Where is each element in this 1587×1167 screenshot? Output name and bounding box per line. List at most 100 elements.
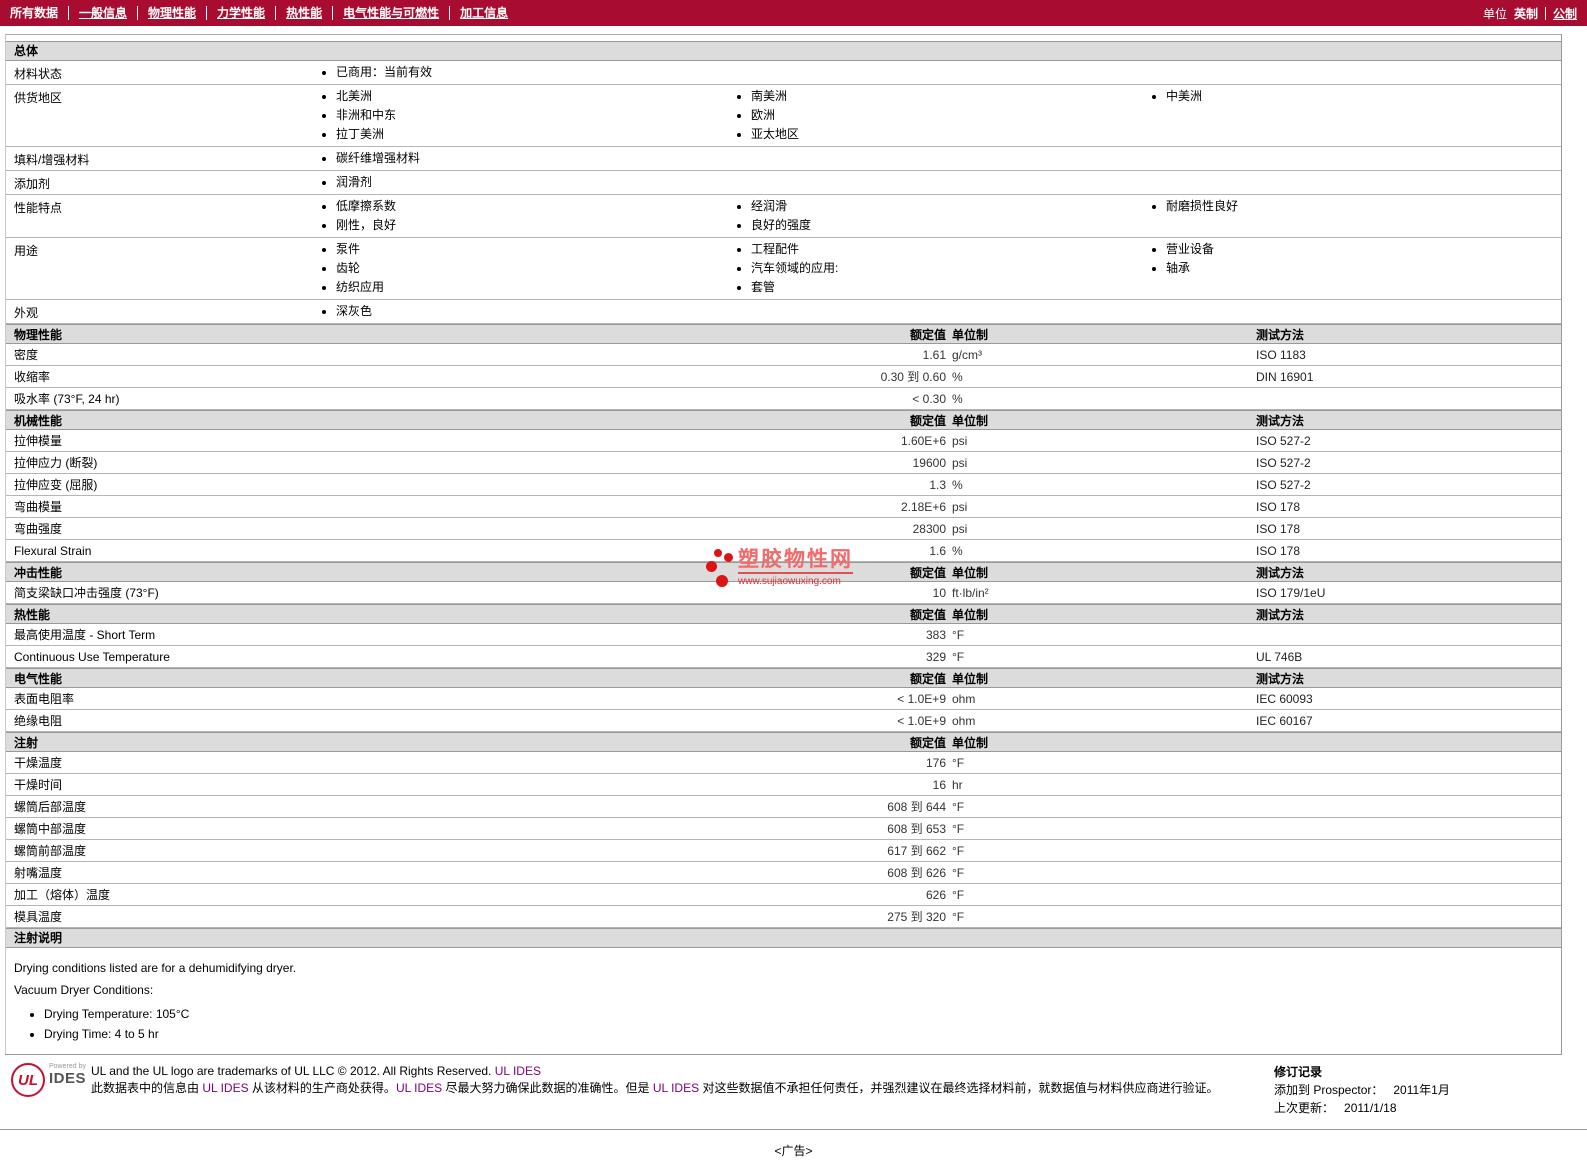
bullet-item: 润滑剂 [336,173,733,192]
property-value: 608 到 653 [887,822,946,836]
section-physical: 物理性能 额定值 单位制 测试方法 密度 1.61 g/cm³ ISO 1183… [6,324,1561,410]
property-row: 加工（熔体）温度 626 °F [6,884,1561,906]
test-method: ISO 1183 [1256,347,1306,362]
nav-tab[interactable]: 物理性能 [137,6,196,20]
property-value: < 1.0E+9 [897,691,946,706]
property-unit: psi [952,521,968,536]
section-electrical: 电气性能 额定值 单位制 测试方法 表面电阻率 < 1.0E+9 ohm IEC… [6,668,1561,732]
column-header-method: 测试方法 [1256,327,1305,342]
property-label: 拉伸应变 (屈服) [14,478,98,492]
property-value: 329 [925,649,946,664]
nav-tab[interactable]: 所有数据 [10,6,58,20]
revision-label: 上次更新： [1274,1101,1335,1115]
property-row: 弯曲模量 2.18E+6 psi ISO 178 [6,496,1561,518]
powered-by-label: Powered by [49,1063,86,1070]
column-header-value: 额定值 [909,327,946,342]
test-method: IEC 60093 [1256,691,1313,706]
revision-value: 2011年1月 [1393,1083,1450,1097]
property-label: 拉伸模量 [14,434,63,448]
unit-metric-link[interactable]: 公制 [1553,5,1577,22]
property-value: < 0.30 [912,391,946,406]
property-row: Flexural Strain 1.6 % ISO 178 [6,540,1561,562]
bullet-item: 深灰色 [336,302,733,321]
section-title: 冲击性能 [14,565,63,580]
ul-ides-link[interactable]: UL IDES [653,1081,699,1095]
nav-tab[interactable]: 一般信息 [68,6,127,20]
general-row: 性能特点 低摩擦系数刚性，良好 经润滑良好的强度 耐磨损性良好 [6,195,1561,238]
ul-ides-link[interactable]: UL IDES [202,1081,248,1095]
property-value: 1.60E+6 [900,433,946,448]
bullet-column-3 [1148,301,1561,322]
bullet-item: 经润滑 [751,197,1148,216]
bullet-column-1: 已商用：当前有效 [318,62,733,83]
test-method: ISO 179/1eU [1256,585,1326,600]
bullet-column-3 [1148,172,1561,193]
bullet-item: 碳纤维增强材料 [336,149,733,168]
ul-ides-link[interactable]: UL IDES [396,1081,442,1095]
revision-row: 添加到 Prospector： 2011年1月 [1274,1081,1562,1099]
ul-ides-link[interactable]: UL IDES [495,1064,541,1078]
section-general: 总体 材料状态 已商用：当前有效 供货地区 北美洲非洲和中东拉丁美洲 [6,41,1561,324]
property-unit: psi [952,499,968,514]
property-row: 弯曲强度 28300 psi ISO 178 [6,518,1561,540]
general-row: 外观 深灰色 [6,300,1561,324]
nav-tab[interactable]: 热性能 [275,6,322,20]
bullet-column-3: 营业设备轴承 [1148,239,1561,298]
property-unit: °F [952,843,965,858]
nav-tab[interactable]: 力学性能 [206,6,265,20]
section-mechanical-header: 机械性能 额定值 单位制 测试方法 [6,410,1561,430]
ul-logo-icon: UL [11,1063,45,1097]
property-label: 加工（熔体）温度 [14,888,111,902]
section-thermal-header: 热性能 额定值 单位制 测试方法 [6,604,1561,624]
nav-tab[interactable]: 加工信息 [449,6,508,20]
property-value: 1.3 [929,477,946,492]
property-label: 最高使用温度 - Short Term [14,628,156,642]
section-title: 总体 [14,44,39,58]
bullet-column-1: 北美洲非洲和中东拉丁美洲 [318,86,733,145]
property-row: 收缩率 0.30 到 0.60 % DIN 16901 [6,366,1561,388]
property-value: 1.6 [929,543,946,558]
test-method: DIN 16901 [1256,369,1314,384]
bullet-item: 欧洲 [751,106,1148,125]
revision-label: 添加到 Prospector： [1274,1083,1384,1097]
revision-value: 2011/1/18 [1344,1101,1397,1115]
property-row: 干燥温度 176 °F [6,752,1561,774]
property-row: 干燥时间 16 hr [6,774,1561,796]
general-row: 添加剂 润滑剂 [6,171,1561,195]
column-header-method: 测试方法 [1256,413,1305,428]
nav-tab[interactable]: 电气性能与可燃性 [332,6,439,20]
property-row: 简支梁缺口冲击强度 (73°F) 10 ft·lb/in² ISO 179/1e… [6,582,1561,604]
unit-toggle: 单位 英制 公制 [1483,5,1577,22]
injection-notes-body: Drying conditions listed are for a dehum… [6,948,1561,1054]
bullet-item: 低摩擦系数 [336,197,733,216]
bullet-column-2: 经润滑良好的强度 [733,196,1148,236]
bullet-item: 中美洲 [1166,87,1561,106]
property-row: 螺筒中部温度 608 到 653 °F [6,818,1561,840]
column-header-method: 测试方法 [1256,671,1305,686]
general-row: 供货地区 北美洲非洲和中东拉丁美洲 南美洲欧洲亚太地区 中美洲 [6,85,1561,147]
bullet-item: 耐磨损性良好 [1166,197,1561,216]
section-thermal: 热性能 额定值 单位制 测试方法 最高使用温度 - Short Term 383… [6,604,1561,668]
column-header-unit: 单位制 [952,565,989,580]
property-label: 弯曲强度 [14,522,63,536]
property-unit: g/cm³ [952,347,982,362]
revision-row: 上次更新： 2011/1/18 [1274,1099,1562,1117]
property-unit: °F [952,865,965,880]
general-row: 填料/增强材料 碳纤维增强材料 [6,147,1561,171]
bullet-item: 轴承 [1166,259,1561,278]
property-value: 1.61 [922,347,946,362]
column-header-unit: 单位制 [952,327,989,342]
property-label: 简支梁缺口冲击强度 (73°F) [14,586,159,600]
column-header-value: 额定值 [909,607,946,622]
property-row: 最高使用温度 - Short Term 383 °F [6,624,1561,646]
property-row: 表面电阻率 < 1.0E+9 ohm IEC 60093 [6,688,1561,710]
bullet-column-1: 泵件齿轮纺织应用 [318,239,733,298]
revision-record: 修订记录 添加到 Prospector： 2011年1月 上次更新： 2011/1/… [1262,1063,1562,1117]
property-label: 模具温度 [14,910,63,924]
datasheet: 总体 材料状态 已商用：当前有效 供货地区 北美洲非洲和中东拉丁美洲 [5,34,1562,1054]
property-value: 608 到 626 [887,866,946,880]
section-general-header: 总体 [6,41,1561,61]
property-value: 0.30 到 0.60 [880,370,946,384]
bullet-column-2 [733,148,1148,169]
bullet-column-3: 中美洲 [1148,86,1561,145]
